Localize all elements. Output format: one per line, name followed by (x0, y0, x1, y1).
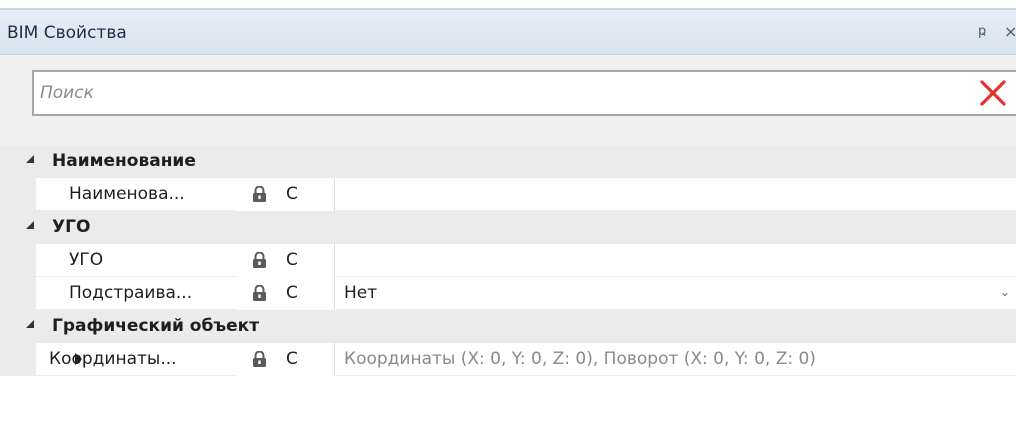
property-row[interactable]: УГО С (0, 244, 1016, 277)
column-separator (334, 277, 335, 310)
property-name: УГО (69, 250, 104, 270)
category-ugo[interactable]: УГО (0, 211, 1016, 244)
property-code: С (286, 250, 298, 270)
pin-icon[interactable]: ҏ (978, 24, 986, 39)
row-gutter (0, 343, 36, 376)
property-name-cell[interactable]: Подстраива... (36, 277, 236, 310)
search-area (0, 55, 1016, 145)
property-name-cell[interactable]: УГО (36, 244, 236, 277)
property-name: Координаты... (49, 349, 177, 369)
property-value-cell[interactable] (336, 178, 1016, 211)
category-label: УГО (52, 217, 91, 237)
collapse-arrow-icon[interactable] (26, 155, 34, 163)
search-input[interactable] (40, 72, 960, 114)
property-value: Нет (344, 283, 378, 303)
property-value: Координаты (X: 0, Y: 0, Z: 0), Поворот (… (344, 349, 816, 369)
close-icon[interactable]: × (1004, 22, 1016, 41)
lock-icon (253, 285, 266, 301)
property-value-dropdown[interactable]: Нет ⌄ (336, 277, 1016, 310)
row-gutter (0, 277, 36, 310)
chevron-down-icon[interactable]: ⌄ (1000, 285, 1010, 299)
row-gutter (0, 178, 36, 211)
category-label: Графический объект (52, 316, 260, 336)
property-name-cell[interactable]: Координаты... (36, 343, 236, 376)
clear-search-icon[interactable] (976, 76, 1010, 110)
column-separator (334, 343, 335, 376)
property-value-cell[interactable] (336, 244, 1016, 277)
property-value-cell[interactable]: Координаты (X: 0, Y: 0, Z: 0), Поворот (… (336, 343, 1016, 376)
lock-icon (253, 252, 266, 268)
property-row[interactable]: Координаты... С Координаты (X: 0, Y: 0, … (0, 343, 1016, 376)
property-name-cell[interactable]: Наименова... (36, 178, 236, 211)
property-code: С (286, 184, 298, 204)
property-name: Подстраива... (69, 283, 193, 303)
category-label: Наименование (52, 151, 196, 171)
column-separator (334, 244, 335, 277)
category-graphic-object[interactable]: Графический объект (0, 310, 1016, 343)
panel-title: BIM Свойства (7, 23, 127, 43)
lock-icon (253, 186, 266, 202)
column-separator (334, 178, 335, 211)
property-row[interactable]: Наименова... С (0, 178, 1016, 211)
property-row[interactable]: Подстраива... С Нет ⌄ (0, 277, 1016, 310)
panel-titlebar[interactable]: BIM Свойства ҏ × (0, 10, 1016, 55)
collapse-arrow-icon[interactable] (26, 221, 34, 229)
property-code: С (286, 349, 298, 369)
category-naming[interactable]: Наименование (0, 145, 1016, 178)
bim-properties-panel: BIM Свойства ҏ × Наименование Наименова.… (0, 0, 1016, 430)
collapse-arrow-icon[interactable] (26, 320, 34, 328)
property-code: С (286, 283, 298, 303)
property-name: Наименова... (69, 184, 185, 204)
lock-icon (253, 351, 266, 367)
search-box[interactable] (32, 70, 1016, 116)
row-gutter (0, 244, 36, 277)
